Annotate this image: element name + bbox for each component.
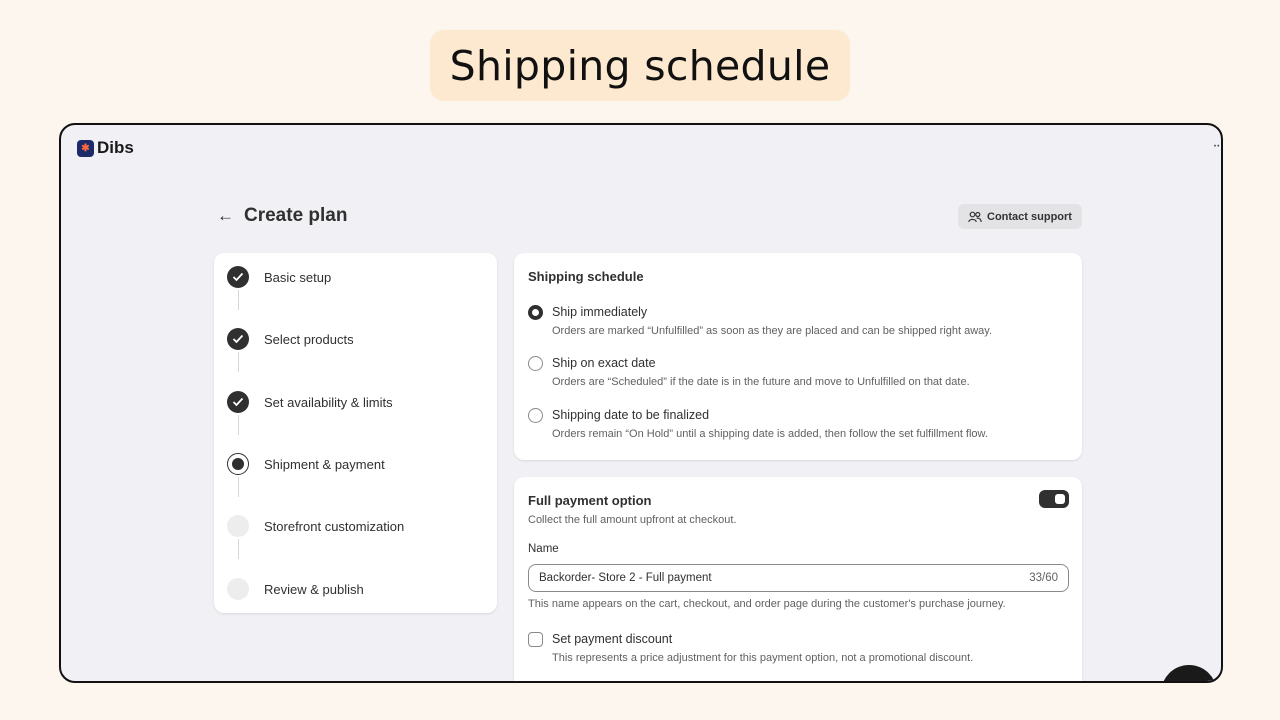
radio-button[interactable] xyxy=(528,356,543,371)
step-basic-setup[interactable]: Basic setup xyxy=(227,266,331,288)
payment-discount-label: Set payment discount xyxy=(552,632,673,646)
dibs-logo-icon: ✱ xyxy=(77,139,94,157)
checkmark-icon xyxy=(227,328,249,350)
step-label: Basic setup xyxy=(264,269,332,285)
current-step-icon xyxy=(227,453,249,475)
step-storefront-customization[interactable]: Storefront customization xyxy=(227,515,404,537)
character-count: 33/60 xyxy=(1029,572,1058,584)
radio-help-text: Orders are “Scheduled” if the date is in… xyxy=(552,376,970,388)
step-connector xyxy=(238,539,239,559)
pending-step-icon xyxy=(227,515,249,537)
step-label: Select products xyxy=(264,331,354,347)
step-label: Review & publish xyxy=(264,581,364,597)
back-arrow-icon[interactable]: ← xyxy=(217,206,234,226)
shipping-schedule-title: Shipping schedule xyxy=(528,269,644,284)
app-logo[interactable]: ✱ Dibs xyxy=(77,138,134,158)
full-payment-subtitle: Collect the full amount upfront at check… xyxy=(528,514,737,526)
name-field-label: Name xyxy=(528,543,559,555)
logo-text: Dibs xyxy=(97,138,134,157)
full-payment-toggle[interactable] xyxy=(1039,490,1069,508)
contact-support-button[interactable]: Contact support xyxy=(958,204,1082,229)
step-label: Storefront customization xyxy=(264,518,405,534)
step-connector xyxy=(238,415,239,435)
full-payment-card: Full payment option Collect the full amo… xyxy=(514,477,1082,681)
page-header: ← Create plan xyxy=(217,205,347,227)
plan-name-input[interactable]: Backorder- Store 2 - Full payment 33/60 xyxy=(528,564,1069,592)
step-connector xyxy=(238,352,239,372)
people-icon xyxy=(968,211,982,222)
ellipsis-icon[interactable]: ·· xyxy=(1212,137,1221,155)
shipping-schedule-card: Shipping schedule Ship immediately Order… xyxy=(514,253,1082,460)
radio-help-text: Orders are marked “Unfulfilled” as soon … xyxy=(552,325,993,337)
step-review-publish[interactable]: Review & publish xyxy=(227,578,364,600)
radio-button[interactable] xyxy=(528,408,543,423)
steps-card: Basic setup Select products Set availabi… xyxy=(214,253,497,613)
step-label: Set availability & limits xyxy=(264,394,393,410)
step-connector xyxy=(238,290,239,310)
pending-step-icon xyxy=(227,578,249,600)
name-help-text: This name appears on the cart, checkout,… xyxy=(528,598,1006,610)
step-shipment-payment[interactable]: Shipment & payment xyxy=(227,453,385,475)
checkmark-icon xyxy=(227,391,249,413)
step-label: Shipment & payment xyxy=(264,456,385,472)
radio-label: Ship on exact date xyxy=(552,356,656,370)
chat-launcher-button[interactable] xyxy=(1161,665,1217,681)
full-payment-title: Full payment option xyxy=(528,493,652,508)
step-connector xyxy=(238,477,239,497)
radio-button[interactable] xyxy=(528,305,543,320)
payment-discount-help: This represents a price adjustment for t… xyxy=(552,652,974,664)
step-select-products[interactable]: Select products xyxy=(227,328,354,350)
input-value: Backorder- Store 2 - Full payment xyxy=(539,572,712,584)
radio-label: Shipping date to be finalized xyxy=(552,408,710,422)
payment-discount-checkbox[interactable] xyxy=(528,632,543,647)
app-window: ✱ Dibs ·· ← Create plan Contact support … xyxy=(59,123,1223,683)
page-banner-title: Shipping schedule xyxy=(430,30,850,101)
radio-help-text: Orders remain “On Hold” until a shipping… xyxy=(552,428,988,440)
checkmark-icon xyxy=(227,266,249,288)
radio-label: Ship immediately xyxy=(552,305,648,319)
contact-support-label: Contact support xyxy=(987,210,1072,223)
step-availability-limits[interactable]: Set availability & limits xyxy=(227,391,393,413)
page-title: Create plan xyxy=(244,205,348,226)
